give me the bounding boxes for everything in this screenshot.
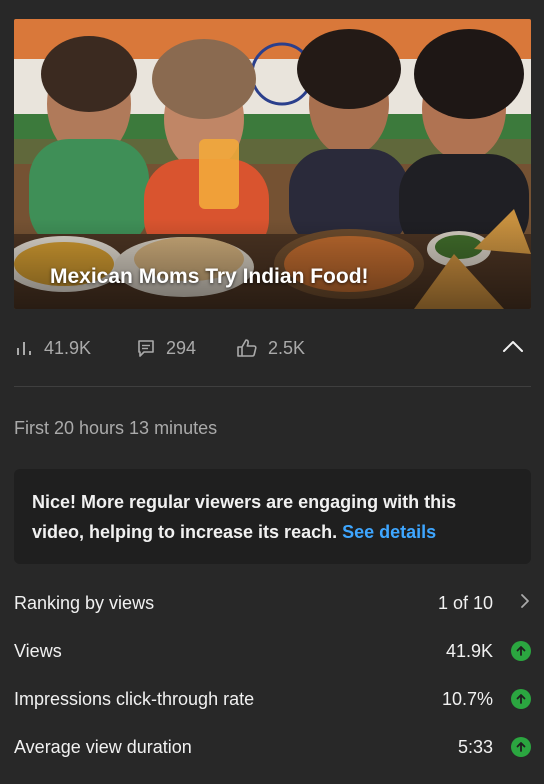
likes-stat: 2.5K [236, 330, 305, 366]
metric-label: Views [14, 640, 62, 661]
comments-stat: 294 [136, 330, 196, 366]
views-stat: 41.9K [14, 330, 91, 366]
insight-card: Nice! More regular viewers are engaging … [14, 469, 531, 564]
chevron-right-icon [519, 592, 531, 615]
chevron-up-icon [502, 339, 524, 358]
arrow-up-icon [511, 689, 531, 709]
metric-label: Ranking by views [14, 592, 155, 613]
comment-icon [136, 338, 156, 358]
video-stats-row: 41.9K 294 2.5K [14, 330, 531, 366]
metric-value: 10.7% [441, 688, 493, 709]
metric-label: Average view duration [14, 736, 192, 757]
thumbs-up-icon [236, 338, 258, 358]
see-details-link[interactable]: See details [342, 522, 436, 542]
period-label: First 20 hours 13 minutes [14, 418, 218, 438]
metric-row-ctr: Impressions click-through rate 10.7% [14, 679, 531, 719]
likes-count: 2.5K [268, 337, 306, 358]
metric-value: 5:33 [457, 736, 493, 757]
divider [14, 386, 531, 387]
collapse-button[interactable] [499, 330, 527, 366]
arrow-up-icon [511, 737, 531, 757]
views-count: 41.9K [44, 337, 92, 358]
metric-value: 41.9K [445, 640, 493, 661]
thumbnail-title: Mexican Moms Try Indian Food! [50, 265, 369, 288]
video-thumbnail[interactable]: Mexican Moms Try Indian Food! [14, 19, 531, 309]
comments-count: 294 [166, 337, 197, 358]
metric-row-avg-duration: Average view duration 5:33 [14, 727, 531, 767]
metric-label: Impressions click-through rate [14, 688, 255, 709]
metric-row-ranking[interactable]: Ranking by views 1 of 10 [14, 583, 531, 623]
metric-row-views: Views 41.9K [14, 631, 531, 671]
metric-value: 1 of 10 [437, 592, 493, 613]
arrow-up-icon [511, 641, 531, 661]
bar-chart-icon [14, 338, 34, 358]
